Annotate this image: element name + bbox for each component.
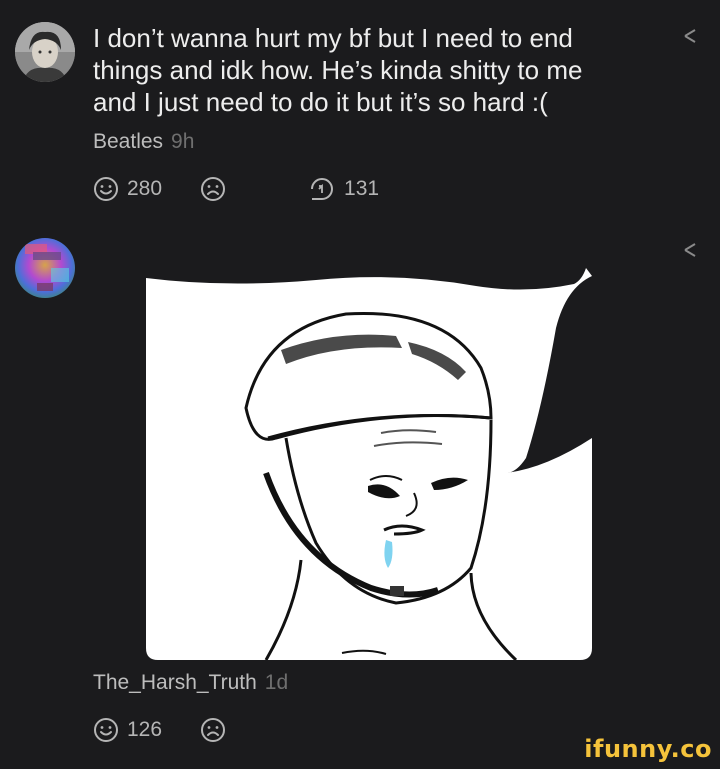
frown-icon [201, 177, 226, 201]
comment1-reply-count: 131 [344, 177, 380, 200]
comment2-attachment[interactable] [146, 268, 592, 662]
ifunny-watermark: ifunny.co [584, 735, 712, 763]
comment1-time: 9h [171, 130, 195, 153]
comment2-actions: 126 [93, 716, 226, 744]
colorful-portrait-icon [15, 238, 75, 298]
comment1-avatar[interactable] [15, 22, 75, 82]
comment1-reply-button[interactable]: 131 [308, 175, 379, 203]
comment2-avatar[interactable] [15, 238, 75, 298]
smile-icon [94, 718, 118, 742]
share-icon[interactable] [680, 240, 700, 260]
share-icon[interactable] [680, 26, 700, 46]
comment1-like-count: 280 [127, 177, 163, 200]
comment2-time: 1d [264, 671, 289, 694]
comment2-dislike-button[interactable] [200, 717, 226, 743]
comment2-meta: The_Harsh_Truth 1d [93, 671, 288, 695]
comment2-username[interactable]: The_Harsh_Truth [93, 671, 257, 694]
portrait-photo-icon [15, 22, 75, 82]
comment2-like-button[interactable]: 126 [93, 717, 162, 743]
helmet-wojak-meme-icon [146, 268, 592, 662]
smile-icon [94, 177, 118, 201]
frown-icon [201, 718, 226, 742]
comment1-text: I don’t wanna hurt my bf but I need to e… [93, 23, 583, 117]
comment1-meta: Beatles 9h [93, 130, 194, 154]
comment2-like-count: 126 [127, 718, 163, 741]
reply-icon [311, 178, 334, 200]
comment1-dislike-button[interactable] [200, 176, 226, 202]
comment1-like-button[interactable]: 280 [93, 176, 162, 202]
comment1-username[interactable]: Beatles [93, 130, 163, 153]
comment1-actions: 280 131 [93, 175, 379, 203]
